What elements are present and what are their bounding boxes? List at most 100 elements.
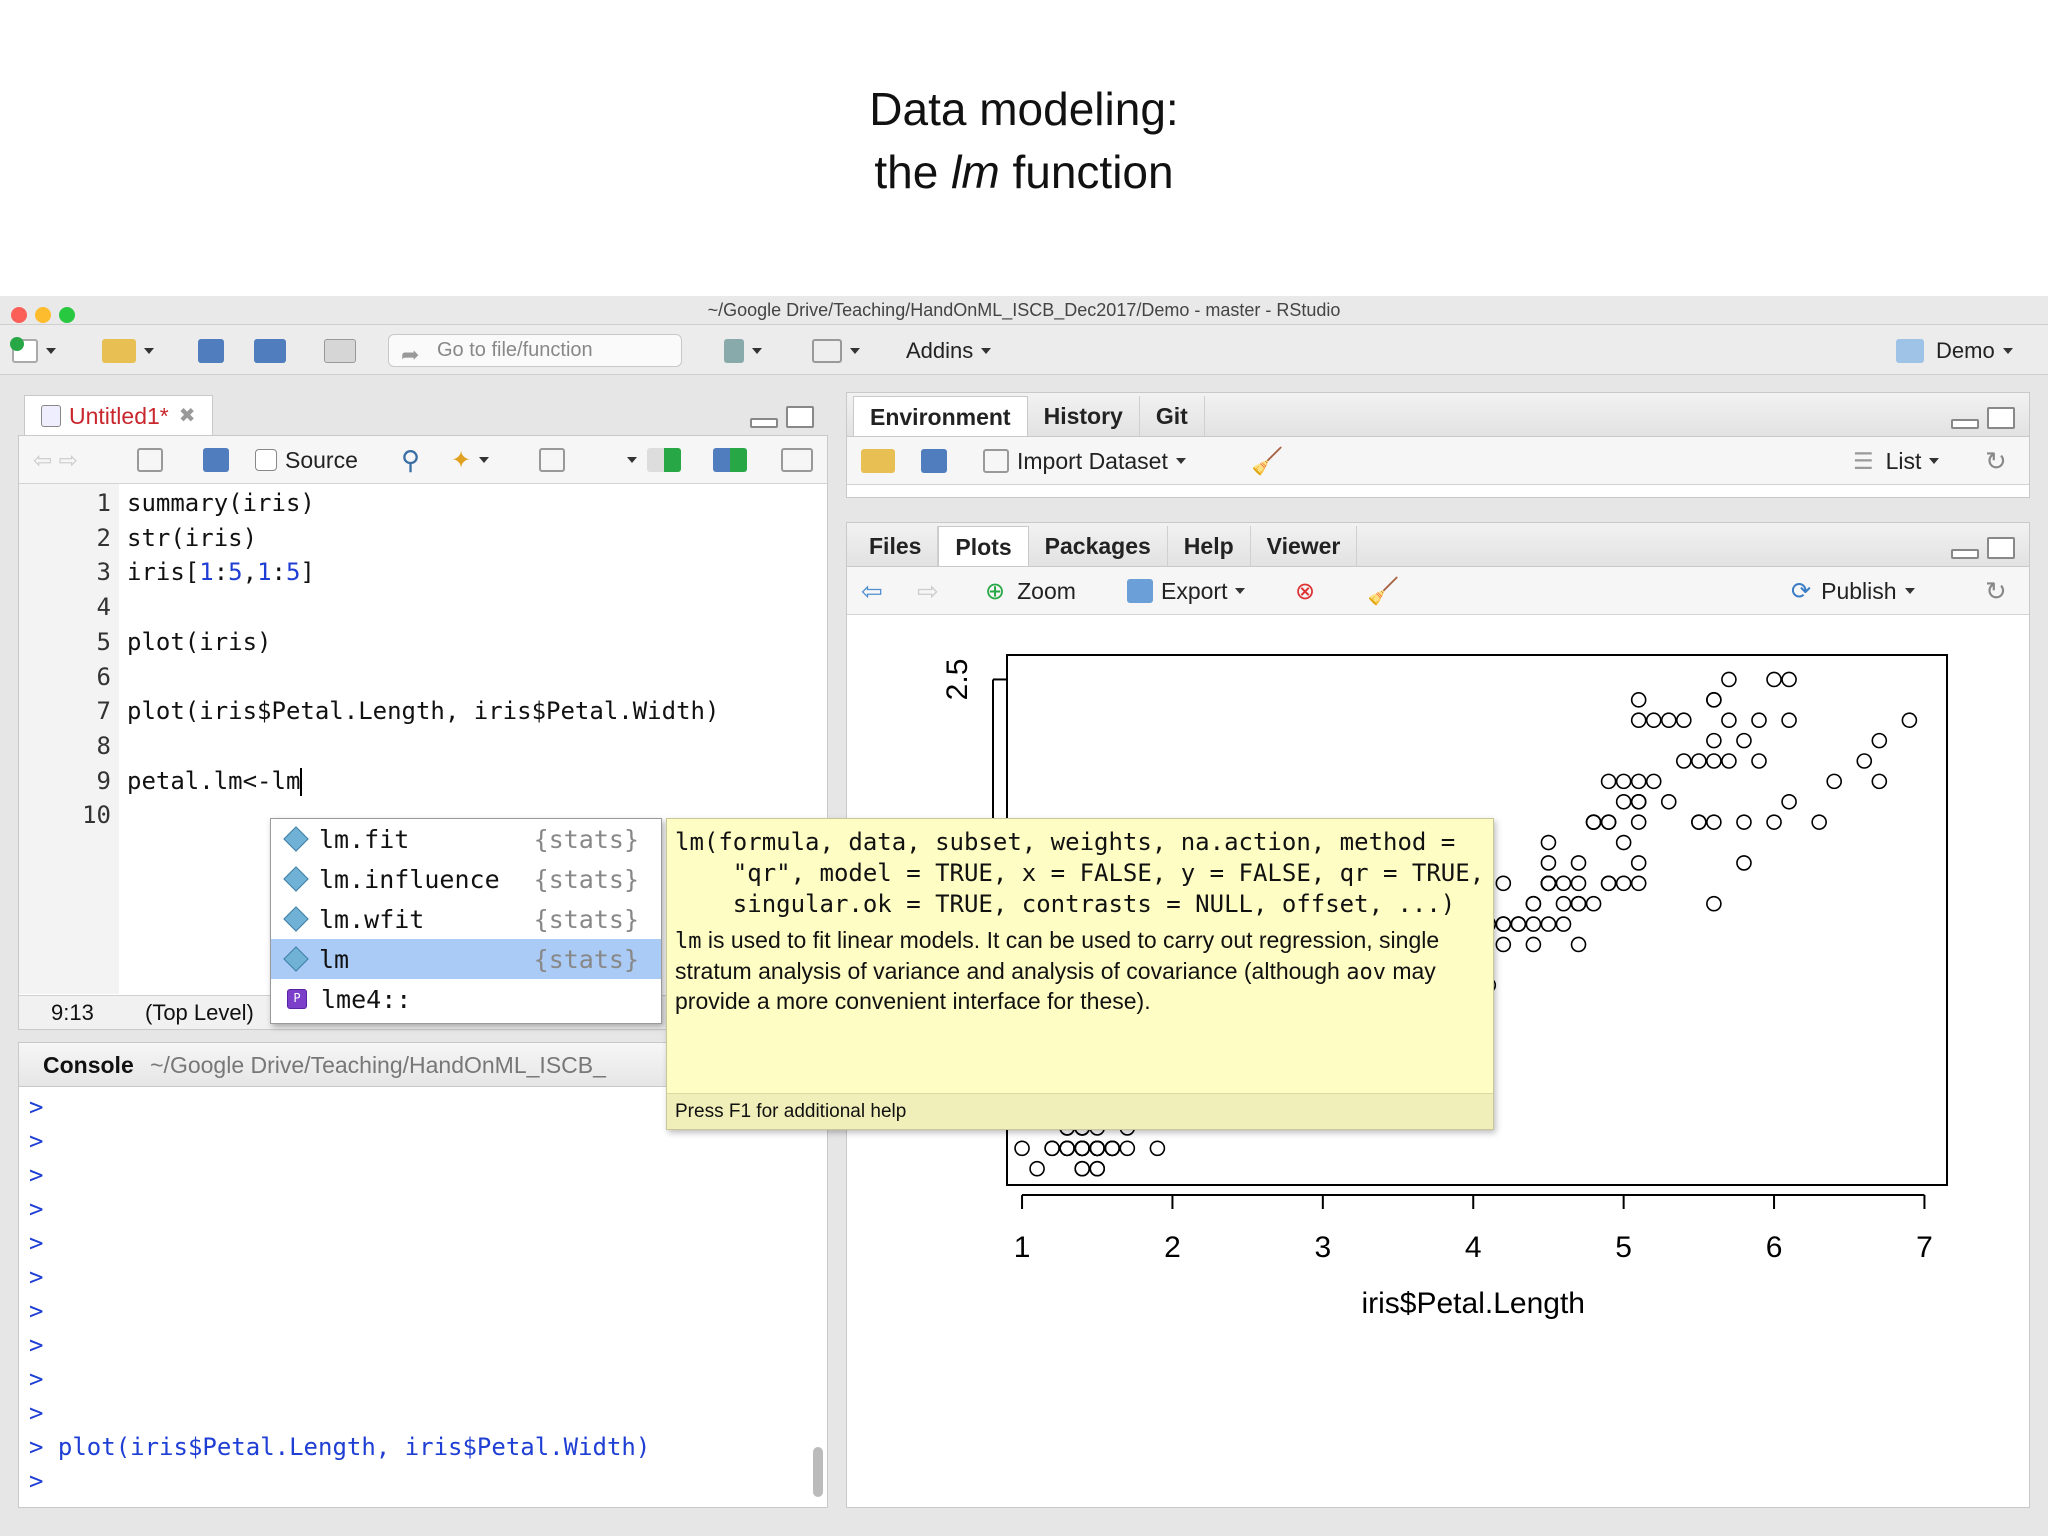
- zoom-window-button[interactable]: [59, 307, 75, 323]
- code-line[interactable]: iris[1:5,1:5]: [127, 555, 315, 590]
- r-file-icon: [41, 404, 61, 427]
- x-tick-label: 5: [1615, 1231, 1632, 1264]
- tab-plots[interactable]: Plots: [938, 526, 1029, 566]
- save-button[interactable]: [198, 337, 224, 365]
- previous-plot-button[interactable]: ⇦: [861, 576, 883, 606]
- data-point: [1706, 753, 1722, 769]
- console-prompt: >: [29, 1365, 44, 1393]
- minimize-pane-button[interactable]: [1951, 419, 1979, 429]
- data-point: [1751, 712, 1767, 729]
- data-point: [1675, 712, 1692, 729]
- slide-title-line1: Data modeling:: [869, 83, 1179, 135]
- minimize-window-button[interactable]: [35, 307, 51, 323]
- data-point: [1675, 753, 1692, 769]
- maximize-pane-button[interactable]: [1987, 407, 2015, 429]
- console-output[interactable]: > > > > > > > > > > > plot(iris$Petal.Length, iris…: [19, 1087, 827, 1507]
- load-workspace-button[interactable]: [861, 447, 895, 475]
- data-point: [1826, 773, 1843, 790]
- publish-icon: ⟳: [1791, 577, 1812, 605]
- code-line[interactable]: petal.lm<-lm: [127, 764, 303, 799]
- refresh-plot-button[interactable]: ↻: [1985, 576, 2007, 606]
- close-tab-icon[interactable]: ✖: [179, 396, 196, 436]
- code-line[interactable]: summary(iris): [127, 486, 315, 521]
- run-options-dropdown[interactable]: [619, 446, 637, 474]
- publish-button[interactable]: ⟳ Publish: [1791, 577, 1915, 605]
- completion-item[interactable]: Plme4::: [271, 979, 661, 1019]
- completion-item[interactable]: lm {stats}: [271, 939, 661, 979]
- tab-environment[interactable]: Environment: [853, 396, 1028, 436]
- run-button[interactable]: [647, 446, 681, 474]
- new-file-button[interactable]: [10, 337, 56, 365]
- print-button[interactable]: [324, 337, 356, 365]
- tab-git[interactable]: Git: [1140, 396, 1205, 436]
- console-scrollbar[interactable]: [813, 1447, 823, 1497]
- goto-file-input[interactable]: ➦ Go to file/function: [388, 334, 682, 367]
- minimize-pane-button[interactable]: [750, 418, 778, 428]
- maximize-pane-button[interactable]: [1987, 537, 2015, 559]
- tab-untitled1[interactable]: Untitled1* ✖: [24, 395, 213, 435]
- save-all-button[interactable]: [254, 337, 286, 365]
- git-button[interactable]: [724, 337, 762, 365]
- back-arrow-icon[interactable]: ⇦ ⇨: [33, 446, 78, 474]
- tab-viewer[interactable]: Viewer: [1251, 526, 1358, 566]
- data-point: [1615, 834, 1632, 851]
- line-number: 7: [96, 697, 111, 726]
- data-point: [1630, 692, 1647, 708]
- source-button[interactable]: [781, 446, 813, 474]
- show-in-window-button[interactable]: [137, 446, 163, 474]
- completion-name: lm.wfit: [319, 904, 425, 934]
- next-plot-button[interactable]: ⇨: [917, 576, 939, 606]
- minimize-pane-button[interactable]: [1951, 549, 1979, 559]
- addins-menu[interactable]: Addins: [906, 337, 992, 365]
- project-menu[interactable]: Demo: [1896, 337, 2013, 365]
- compile-report-button[interactable]: [539, 446, 565, 474]
- find-button[interactable]: ⚲: [401, 444, 421, 475]
- tab-packages[interactable]: Packages: [1029, 526, 1168, 566]
- source-on-save-checkbox[interactable]: Source: [255, 446, 358, 474]
- tab-help[interactable]: Help: [1168, 526, 1251, 566]
- data-point: [1660, 712, 1677, 729]
- data-point: [1540, 875, 1557, 892]
- open-file-button[interactable]: [102, 337, 154, 365]
- data-point: [1630, 875, 1647, 892]
- tab-files[interactable]: Files: [853, 526, 939, 566]
- layout-button[interactable]: [812, 337, 860, 365]
- autocomplete-popup[interactable]: lm.fit {stats} lm.influence {stats} lm.wfit {…: [270, 818, 662, 1024]
- slide-title-line2: the lm function: [874, 146, 1174, 198]
- code-line[interactable]: str(iris): [127, 521, 257, 556]
- refresh-env-button[interactable]: ↻: [1985, 446, 2007, 476]
- remove-plot-button[interactable]: ⊗: [1295, 577, 1315, 605]
- completion-item[interactable]: lm.fit {stats}: [271, 819, 661, 859]
- code-tools-button[interactable]: ✦: [451, 446, 490, 474]
- editor-save-button[interactable]: [203, 446, 229, 474]
- window-titlebar: ~/Google Drive/Teaching/HandOnML_ISCB_De…: [0, 296, 2048, 325]
- rerun-button[interactable]: [713, 446, 747, 474]
- maximize-pane-button[interactable]: [786, 406, 814, 428]
- tab-history[interactable]: History: [1028, 396, 1140, 436]
- data-point: [1630, 793, 1647, 810]
- completion-item[interactable]: lm.influence {stats}: [271, 859, 661, 899]
- window-title: ~/Google Drive/Teaching/HandOnML_ISCB_De…: [707, 300, 1341, 320]
- magnifier-icon: ⚲: [401, 444, 421, 475]
- zoom-icon: ⊕: [985, 577, 1006, 605]
- export-button[interactable]: Export: [1127, 577, 1246, 605]
- checkbox[interactable]: [255, 449, 277, 471]
- scope-selector[interactable]: (Top Level): [145, 996, 254, 1030]
- code-line[interactable]: plot(iris): [127, 625, 272, 660]
- zoom-button[interactable]: ⊕ Zoom: [985, 577, 1076, 605]
- clear-plots-button[interactable]: 🧹: [1367, 576, 1399, 606]
- function-help-tooltip: lm(formula, data, subset, weights, na.ac…: [666, 818, 1494, 1130]
- line-number: 10: [82, 801, 111, 830]
- git-icon: [724, 339, 744, 363]
- save-workspace-button[interactable]: [921, 447, 947, 475]
- code-line[interactable]: plot(iris$Petal.Length, iris$Petal.Width…: [127, 694, 719, 729]
- env-tabs: Environment History Git: [847, 393, 2029, 437]
- import-dataset-button[interactable]: Import Dataset: [983, 447, 1186, 475]
- data-point: [1540, 916, 1557, 932]
- clear-workspace-button[interactable]: 🧹: [1251, 446, 1283, 476]
- view-mode-dropdown[interactable]: ☰ List: [1853, 447, 1940, 475]
- close-window-button[interactable]: [11, 307, 27, 323]
- completion-item[interactable]: lm.wfit {stats}: [271, 899, 661, 939]
- table-icon: [983, 449, 1009, 473]
- data-point: [1706, 732, 1722, 749]
